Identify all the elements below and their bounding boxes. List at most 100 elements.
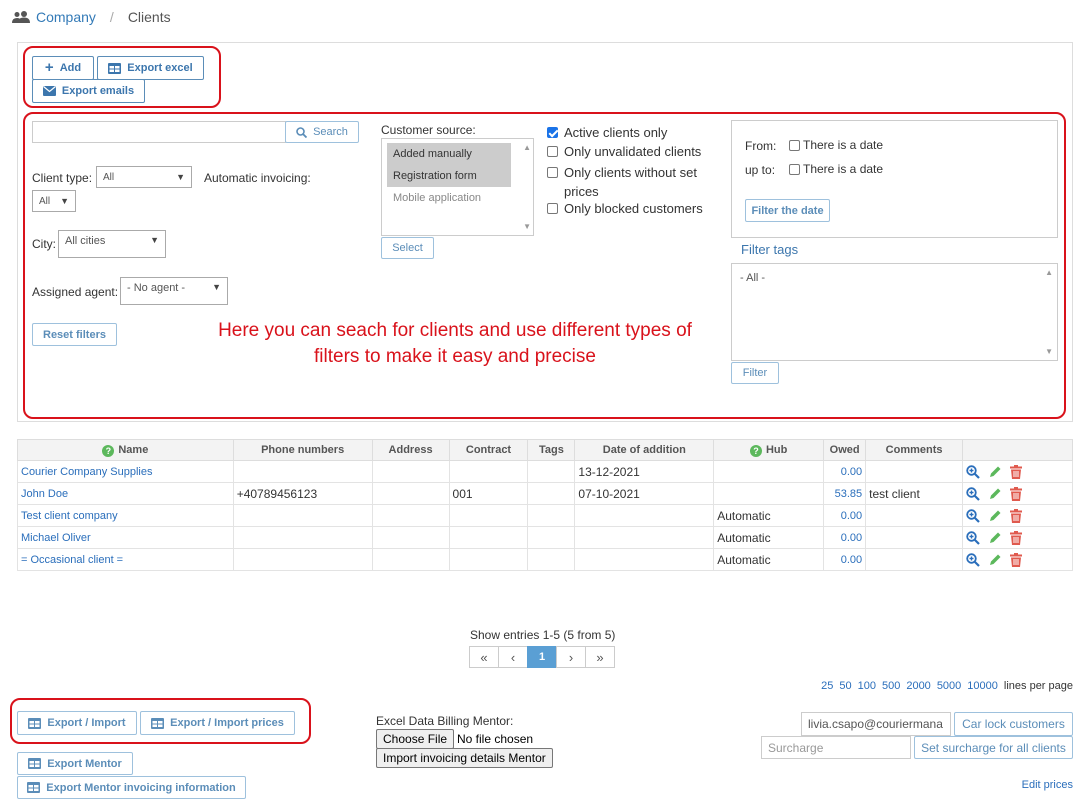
filter-tags-label: Filter tags xyxy=(741,242,799,257)
export-excel-button[interactable]: Export excel xyxy=(97,56,204,80)
upto-date-checkbox[interactable]: There is a date xyxy=(789,162,883,176)
export-import-prices-button[interactable]: Export / Import prices xyxy=(140,711,295,735)
view-icon[interactable] xyxy=(966,508,980,523)
column-header-hub[interactable]: ? Hub xyxy=(713,439,825,461)
car-lock-button[interactable]: Car lock customers xyxy=(954,712,1073,736)
per-page-option[interactable]: 10000 xyxy=(967,680,998,692)
auto-invoicing-label: Automatic invoicing: xyxy=(204,171,311,185)
tags-option-all[interactable]: - All - xyxy=(740,272,765,284)
pagination: « ‹ 1 › » xyxy=(469,646,615,668)
auto-invoicing-select[interactable]: All ▼ xyxy=(32,190,76,212)
per-page-option[interactable]: 100 xyxy=(858,680,876,692)
edit-icon[interactable] xyxy=(988,509,1002,523)
cell-name[interactable]: Michael Oliver xyxy=(17,526,234,549)
checkbox-icon xyxy=(547,146,558,157)
client-type-select[interactable]: All ▼ xyxy=(96,166,192,188)
search-input[interactable] xyxy=(32,121,286,143)
cell-tags xyxy=(527,526,576,549)
per-page-option[interactable]: 25 xyxy=(821,680,833,692)
edit-icon[interactable] xyxy=(988,465,1002,479)
edit-icon[interactable] xyxy=(988,553,1002,567)
first-page-button[interactable]: « xyxy=(469,646,499,668)
clients-table: ? Name Phone numbers Address Contract Tag… xyxy=(17,439,1073,571)
reset-filters-button[interactable]: Reset filters xyxy=(32,323,117,346)
breadcrumb-company-link[interactable]: Company xyxy=(36,9,96,25)
view-icon[interactable] xyxy=(966,486,980,501)
table-row: Michael Oliver Automatic 0.00 xyxy=(17,526,1073,549)
column-header-contract[interactable]: Contract xyxy=(448,439,529,461)
cell-name[interactable]: John Doe xyxy=(17,482,234,505)
export-mentor-invoicing-button[interactable]: Export Mentor invoicing information xyxy=(17,776,246,799)
select-button[interactable]: Select xyxy=(381,237,434,259)
column-header-name[interactable]: ? Name xyxy=(17,439,234,461)
table-row: John Doe +40789456123 001 07-10-2021 53.85 te… xyxy=(17,482,1073,505)
view-icon[interactable] xyxy=(966,530,980,545)
email-field[interactable]: livia.csapo@couriermana xyxy=(801,712,951,736)
delete-icon[interactable] xyxy=(1010,508,1023,523)
per-page-option[interactable]: 5000 xyxy=(937,680,961,692)
search-button[interactable]: Search xyxy=(285,121,359,143)
prev-page-button[interactable]: ‹ xyxy=(498,646,528,668)
table-icon xyxy=(27,782,41,793)
cell-date xyxy=(574,526,715,549)
delete-icon[interactable] xyxy=(1010,464,1023,479)
export-mentor-button[interactable]: Export Mentor xyxy=(17,752,133,775)
active-clients-checkbox[interactable]: Active clients only xyxy=(547,125,667,140)
cell-name[interactable]: Test client company xyxy=(17,504,234,527)
blocked-customers-checkbox[interactable]: Only blocked customers xyxy=(547,201,703,216)
page-1-button[interactable]: 1 xyxy=(527,646,557,668)
delete-icon[interactable] xyxy=(1010,552,1023,567)
cell-address xyxy=(371,460,450,483)
import-mentor-button[interactable]: Import invoicing details Mentor xyxy=(376,748,553,768)
next-page-button[interactable]: › xyxy=(556,646,586,668)
last-page-button[interactable]: » xyxy=(585,646,615,668)
no-prices-checkbox[interactable]: Only clients without set prices xyxy=(547,163,717,201)
delete-icon[interactable] xyxy=(1010,530,1023,545)
delete-icon[interactable] xyxy=(1010,486,1023,501)
per-page-option[interactable]: 2000 xyxy=(906,680,930,692)
customer-source-list[interactable]: Added manually Registration form Mobile … xyxy=(381,138,534,236)
column-header-phone[interactable]: Phone numbers xyxy=(232,439,373,461)
chevron-down-icon: ▼ xyxy=(150,235,159,245)
column-header-date[interactable]: Date of addition xyxy=(574,439,715,461)
filter-date-button[interactable]: Filter the date xyxy=(745,199,830,222)
edit-icon[interactable] xyxy=(988,487,1002,501)
scroll-down-icon[interactable]: ▼ xyxy=(1045,347,1053,356)
table-icon xyxy=(151,717,165,729)
view-icon[interactable] xyxy=(966,464,980,479)
unvalidated-clients-checkbox[interactable]: Only unvalidated clients xyxy=(547,144,701,159)
edit-prices-link[interactable]: Edit prices xyxy=(1022,779,1073,791)
view-icon[interactable] xyxy=(966,552,980,567)
city-select[interactable]: All cities ▼ xyxy=(58,230,166,258)
export-emails-button[interactable]: Export emails xyxy=(32,79,145,103)
tags-list[interactable]: - All - ▲ ▼ xyxy=(731,263,1058,361)
column-header-address[interactable]: Address xyxy=(371,439,450,461)
cell-address xyxy=(371,548,450,571)
edit-icon[interactable] xyxy=(988,531,1002,545)
add-button[interactable]: + Add xyxy=(32,56,94,80)
table-icon xyxy=(108,62,122,74)
filter-tags-button[interactable]: Filter xyxy=(731,362,779,384)
scroll-up-icon[interactable]: ▲ xyxy=(523,143,531,152)
column-header-owed[interactable]: Owed xyxy=(823,439,867,461)
column-header-tags[interactable]: Tags xyxy=(527,439,576,461)
source-option-registration-form[interactable]: Registration form xyxy=(387,165,511,187)
from-date-checkbox[interactable]: There is a date xyxy=(789,138,883,152)
per-page-option[interactable]: 500 xyxy=(882,680,900,692)
source-option-added-manually[interactable]: Added manually xyxy=(387,143,511,165)
set-surcharge-button[interactable]: Set surcharge for all clients xyxy=(914,736,1073,759)
cell-phone xyxy=(232,526,373,549)
source-option-mobile-application[interactable]: Mobile application xyxy=(387,187,511,209)
column-header-comments[interactable]: Comments xyxy=(865,439,964,461)
scroll-up-icon[interactable]: ▲ xyxy=(1045,268,1053,277)
cell-name[interactable]: Courier Company Supplies xyxy=(17,460,234,483)
agent-select[interactable]: - No agent - ▼ xyxy=(120,277,228,305)
cell-name[interactable]: = Occasional client = xyxy=(17,548,234,571)
export-import-button[interactable]: Export / Import xyxy=(17,711,137,735)
cell-actions xyxy=(962,504,1073,527)
surcharge-input[interactable]: Surcharge xyxy=(761,736,911,759)
cell-comments xyxy=(865,460,964,483)
choose-file-button[interactable]: Choose File xyxy=(376,729,455,749)
per-page-option[interactable]: 50 xyxy=(839,680,851,692)
scroll-down-icon[interactable]: ▼ xyxy=(523,222,531,231)
